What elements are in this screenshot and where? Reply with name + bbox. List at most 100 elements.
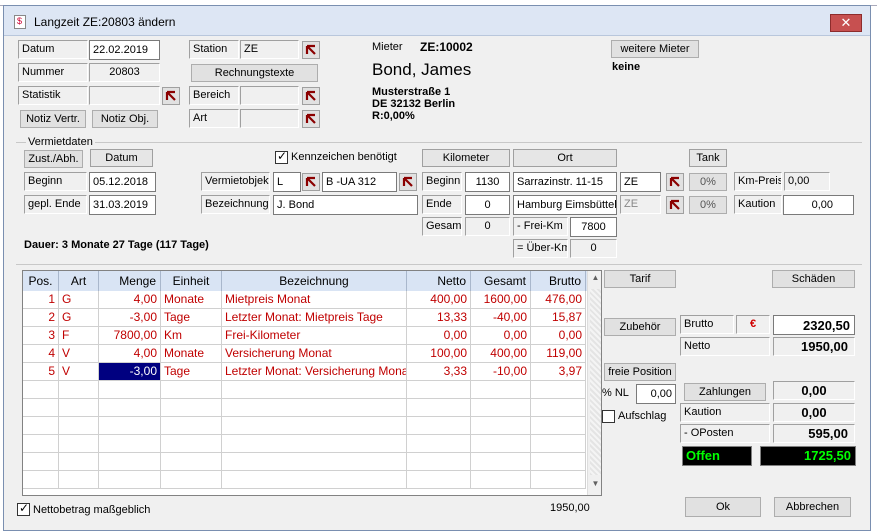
cell-art[interactable]: F	[59, 327, 99, 345]
ort-beginn-field[interactable]: Sarrazinstr. 11-15	[513, 172, 617, 192]
cell-bezeichnung[interactable]	[222, 417, 407, 435]
cell-brutto[interactable]: 3,97	[531, 363, 586, 381]
cell-menge[interactable]	[99, 417, 161, 435]
cell-brutto[interactable]	[531, 381, 586, 399]
weitere-mieter-button[interactable]: weitere Mieter	[611, 40, 699, 58]
cell-einheit[interactable]: Tage	[161, 363, 222, 381]
cell-gesamt[interactable]	[471, 417, 531, 435]
statistik-lookup-button[interactable]	[162, 87, 180, 105]
notiz-obj-button[interactable]: Notiz Obj.	[92, 110, 158, 128]
table-row[interactable]: 3 F 7800,00 Km Frei-Kilometer 0,00 0,00 0,00	[23, 327, 587, 345]
cell-art[interactable]	[59, 471, 99, 489]
cell-brutto[interactable]: 0,00	[531, 327, 586, 345]
vertical-scrollbar[interactable]: ▲ ▼	[587, 271, 601, 495]
cell-brutto[interactable]	[531, 471, 586, 489]
cell-brutto[interactable]	[531, 453, 586, 471]
cell-pos[interactable]: 3	[23, 327, 59, 345]
table-row[interactable]: 1 G 4,00 Monate Mietpreis Monat 400,00 1600,00…	[23, 291, 587, 309]
cell-menge[interactable]	[99, 471, 161, 489]
statistik-field[interactable]	[89, 86, 160, 105]
cell-bezeichnung[interactable]	[222, 381, 407, 399]
notiz-vertr-button[interactable]: Notiz Vertr.	[20, 110, 86, 128]
cell-einheit[interactable]: Monate	[161, 345, 222, 363]
cell-einheit[interactable]: Monate	[161, 291, 222, 309]
km-ende-field[interactable]: 0	[465, 195, 510, 215]
table-row[interactable]	[23, 417, 587, 435]
col-header-brutto[interactable]: Brutto	[531, 271, 586, 291]
cell-brutto[interactable]: 15,87	[531, 309, 586, 327]
cell-menge[interactable]	[99, 453, 161, 471]
cell-einheit[interactable]	[161, 399, 222, 417]
cell-netto[interactable]: 3,33	[407, 363, 471, 381]
col-header-pos[interactable]: Pos.	[23, 271, 59, 291]
cell-brutto[interactable]: 119,00	[531, 345, 586, 363]
cell-pos[interactable]: 1	[23, 291, 59, 309]
cell-art[interactable]: G	[59, 309, 99, 327]
cell-einheit[interactable]	[161, 417, 222, 435]
zahlungen-button[interactable]: Zahlungen	[684, 383, 766, 401]
cell-netto[interactable]: 100,00	[407, 345, 471, 363]
cell-einheit[interactable]: Km	[161, 327, 222, 345]
cell-brutto[interactable]	[531, 435, 586, 453]
col-header-gesamt[interactable]: Gesamt	[471, 271, 531, 291]
table-row[interactable]	[23, 453, 587, 471]
cell-einheit[interactable]: Tage	[161, 309, 222, 327]
table-row[interactable]	[23, 381, 587, 399]
cell-bezeichnung[interactable]	[222, 399, 407, 417]
positions-table[interactable]: Pos. Art Menge Einheit Bezeichnung Netto…	[22, 270, 602, 496]
aufschlag-checkbox[interactable]	[602, 410, 615, 423]
cell-netto[interactable]	[407, 435, 471, 453]
datum-field[interactable]: 22.02.2019	[89, 40, 160, 60]
tank-beginn-button[interactable]: 0%	[689, 173, 727, 191]
art-field[interactable]	[240, 109, 299, 128]
cell-art[interactable]	[59, 417, 99, 435]
cell-bezeichnung[interactable]: Versicherung Monat	[222, 345, 407, 363]
cell-menge[interactable]: -3,00	[99, 363, 161, 381]
cell-art[interactable]	[59, 435, 99, 453]
table-row[interactable]	[23, 399, 587, 417]
table-row[interactable]: 4 V 4,00 Monate Versicherung Monat 100,00 400,…	[23, 345, 587, 363]
cell-einheit[interactable]	[161, 435, 222, 453]
cell-pos[interactable]	[23, 381, 59, 399]
cell-netto[interactable]: 13,33	[407, 309, 471, 327]
schaeden-button[interactable]: Schäden	[772, 270, 855, 288]
scroll-up-icon[interactable]: ▲	[589, 273, 601, 287]
cell-gesamt[interactable]: 1600,00	[471, 291, 531, 309]
cell-pos[interactable]	[23, 471, 59, 489]
cell-netto[interactable]: 0,00	[407, 327, 471, 345]
cell-gesamt[interactable]	[471, 381, 531, 399]
table-row[interactable]	[23, 435, 587, 453]
cell-gesamt[interactable]: 0,00	[471, 327, 531, 345]
zubehoer-button[interactable]: Zubehör	[604, 318, 676, 336]
cell-gesamt[interactable]	[471, 453, 531, 471]
kaution-field[interactable]: 0,00	[783, 195, 854, 215]
km-beginn-field[interactable]: 1130	[465, 172, 510, 192]
cell-art[interactable]	[59, 399, 99, 417]
gepl-ende-field[interactable]: 31.03.2019	[89, 195, 156, 215]
bereich-lookup-button[interactable]	[302, 87, 320, 105]
station-lookup-button[interactable]	[302, 41, 320, 59]
vermietobjekt-type-field[interactable]: L	[273, 172, 301, 192]
cell-netto[interactable]	[407, 471, 471, 489]
cell-netto[interactable]	[407, 381, 471, 399]
cell-menge[interactable]: -3,00	[99, 309, 161, 327]
cell-pos[interactable]	[23, 453, 59, 471]
cell-art[interactable]	[59, 453, 99, 471]
cell-brutto[interactable]	[531, 417, 586, 435]
cell-pos[interactable]: 5	[23, 363, 59, 381]
table-row[interactable]	[23, 471, 587, 489]
cell-bezeichnung[interactable]: Letzter Monat: Mietpreis Tage	[222, 309, 407, 327]
cell-einheit[interactable]	[161, 471, 222, 489]
cell-gesamt[interactable]	[471, 471, 531, 489]
cell-art[interactable]: V	[59, 345, 99, 363]
cell-menge[interactable]	[99, 435, 161, 453]
freie-position-button[interactable]: freie Position	[604, 363, 676, 381]
col-header-einheit[interactable]: Einheit	[161, 271, 222, 291]
vermietobjekt-field[interactable]: B -UA 312	[322, 172, 397, 192]
col-header-bezeichnung[interactable]: Bezeichnung	[222, 271, 407, 291]
cell-art[interactable]	[59, 381, 99, 399]
cell-pos[interactable]: 2	[23, 309, 59, 327]
col-header-netto[interactable]: Netto	[407, 271, 471, 291]
cell-pos[interactable]	[23, 417, 59, 435]
scroll-track[interactable]	[590, 289, 601, 475]
